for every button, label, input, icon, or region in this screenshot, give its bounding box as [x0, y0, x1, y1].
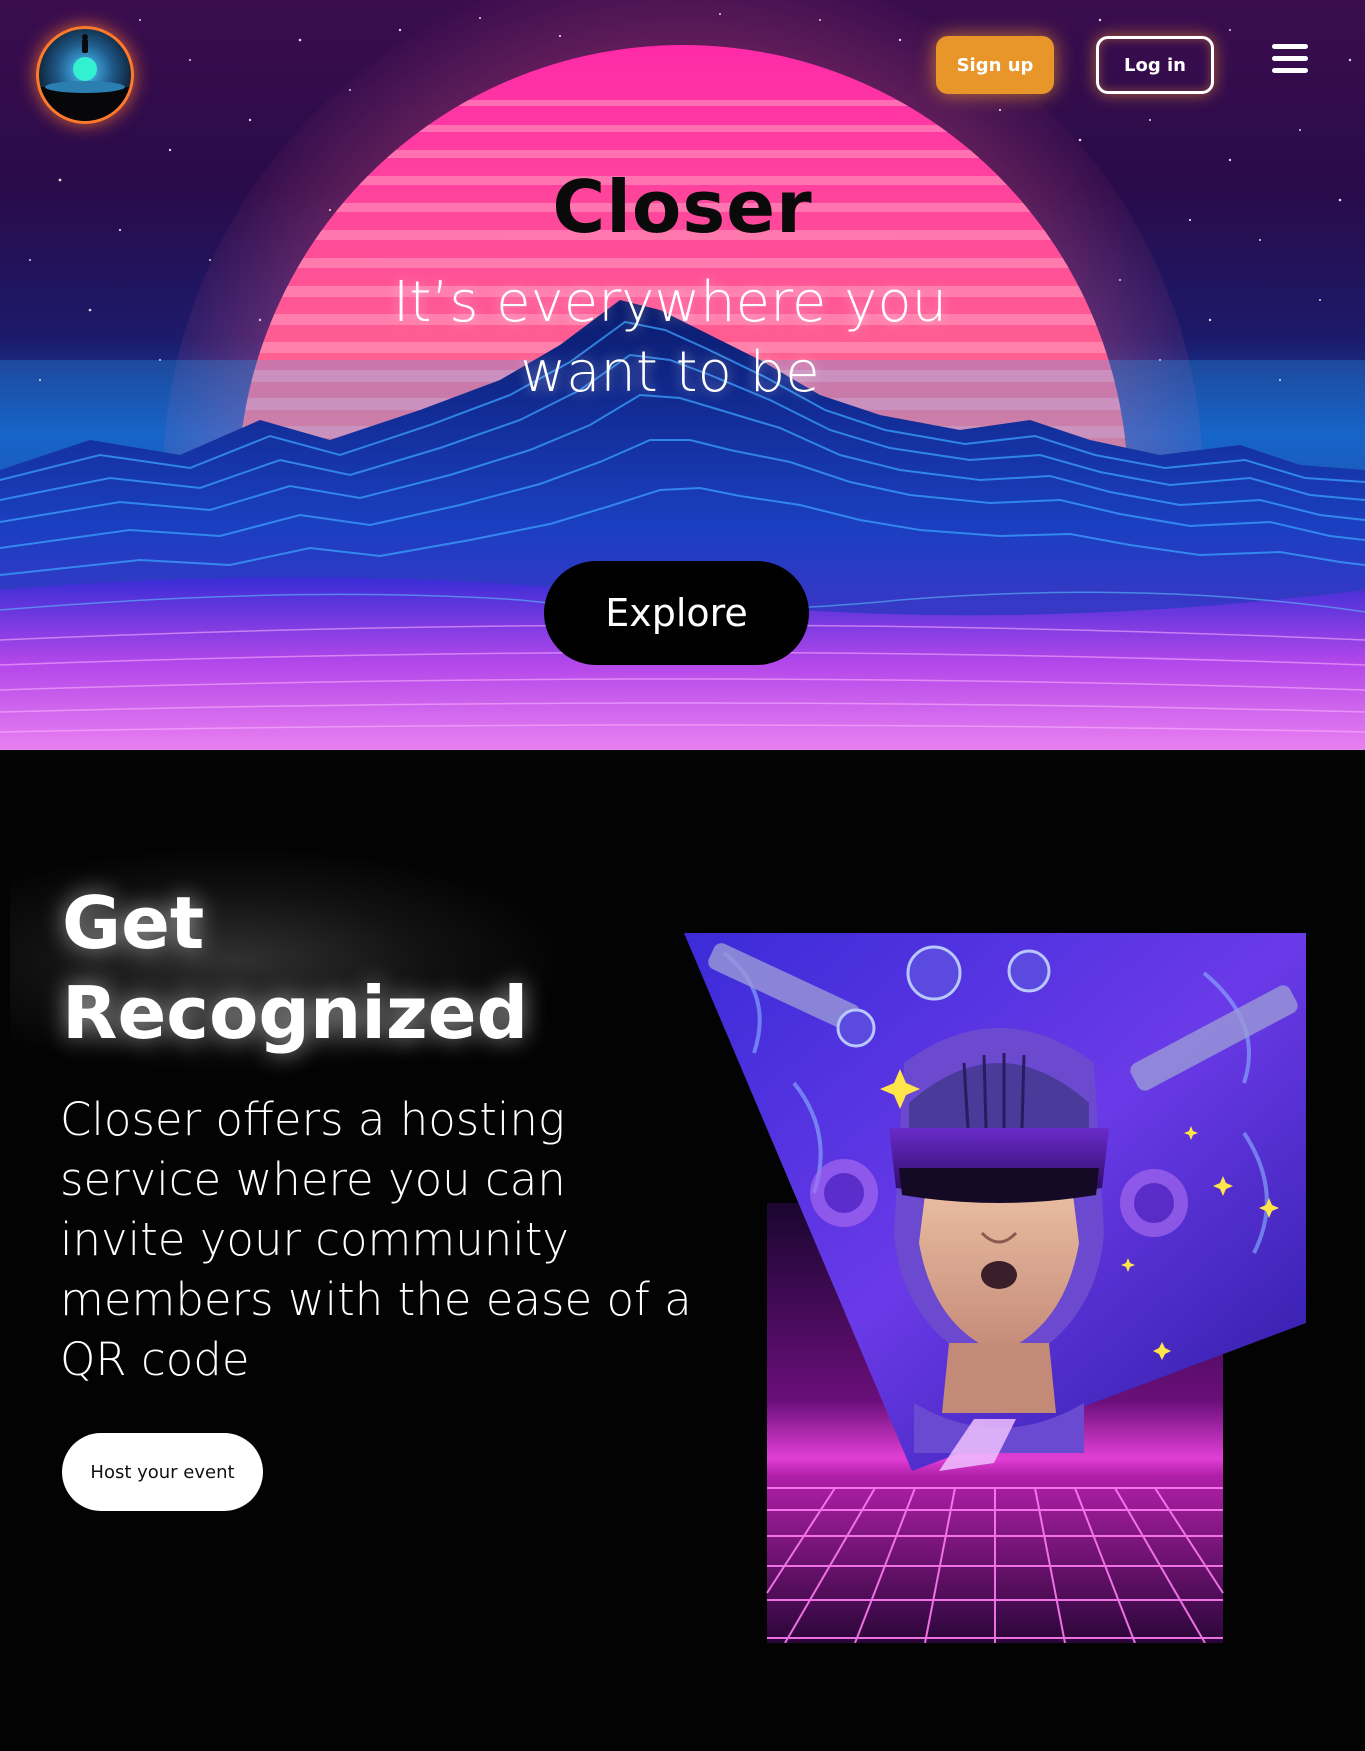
hero-section: Sign up Log in Closer It’s everywhere yo…	[0, 0, 1365, 750]
hero-subtitle: It’s everywhere you want to be	[392, 270, 948, 405]
login-button[interactable]: Log in	[1096, 36, 1214, 94]
planet-horizon-logo-icon	[39, 34, 131, 121]
signup-button[interactable]: Sign up	[936, 36, 1054, 94]
feature-heading: Get Recognized	[62, 881, 529, 1055]
hero-title: Closer	[552, 165, 813, 249]
host-event-button[interactable]: Host your event	[62, 1433, 263, 1511]
page: Sign up Log in Closer It’s everywhere yo…	[0, 0, 1365, 1751]
vr-headset-illustration	[684, 933, 1306, 1643]
hamburger-menu-icon[interactable]	[1272, 42, 1310, 76]
explore-button[interactable]: Explore	[544, 561, 809, 665]
feature-section: Get Recognized Closer offers a hosting s…	[0, 750, 1365, 1751]
site-logo[interactable]	[36, 26, 134, 124]
feature-description: Closer offers a hosting service where yo…	[60, 1093, 692, 1386]
